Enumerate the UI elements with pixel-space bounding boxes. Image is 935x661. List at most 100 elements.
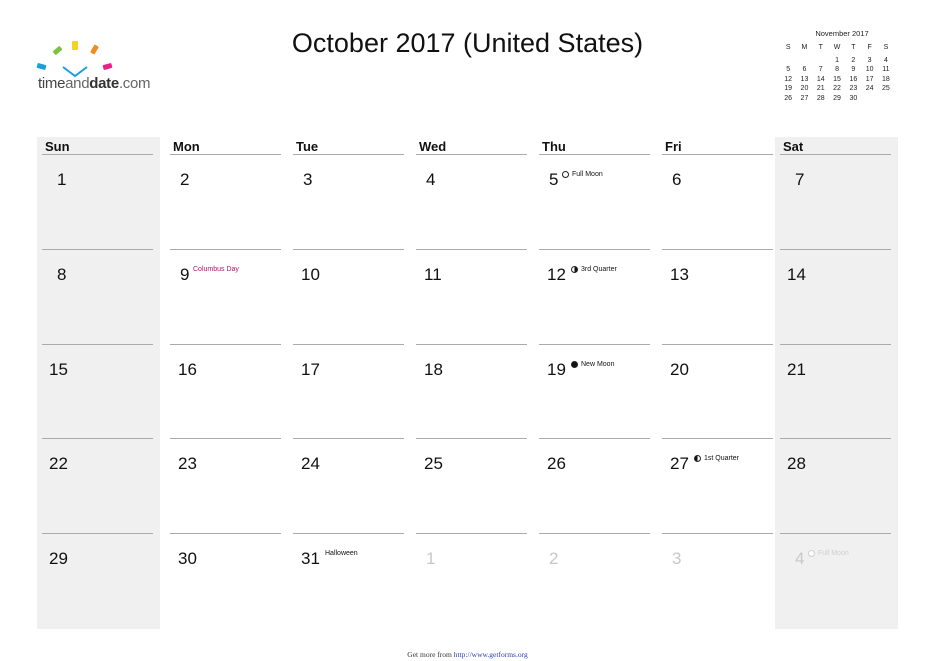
day-number: 20 (670, 360, 689, 379)
day-cell[interactable]: 1 (37, 148, 160, 243)
logo-text: timeanddate.com (38, 75, 151, 92)
day-cell[interactable]: 2 (534, 527, 657, 622)
day-cell[interactable]: 31 Halloween (288, 527, 411, 622)
day-column-fri: Fri 6 13 20 27 1st Quarter 3 (657, 137, 780, 629)
mini-weekday-header: W (833, 44, 841, 51)
day-cell[interactable]: 3 (657, 527, 780, 622)
footer: Get more from http://www.getforms.org (0, 650, 935, 659)
day-cell[interactable]: 20 (657, 338, 780, 433)
day-cell[interactable]: 12 3rd Quarter (534, 243, 657, 338)
footer-text: Get more from (407, 650, 454, 659)
mini-day[interactable]: 9 (845, 66, 861, 74)
mini-day[interactable]: 1 (829, 57, 845, 65)
mini-day[interactable]: 4 (878, 57, 894, 65)
day-cell[interactable]: 8 (37, 243, 160, 338)
mini-day[interactable]: 19 (780, 85, 796, 93)
mini-day[interactable]: 13 (796, 76, 812, 84)
mini-day[interactable]: 20 (796, 85, 812, 93)
mini-weekday-header: T (818, 44, 823, 51)
day-cell[interactable]: 17 (288, 338, 411, 433)
mini-calendar-title: November 2017 (815, 29, 869, 38)
mini-day[interactable]: 18 (878, 76, 894, 84)
day-cell[interactable]: 27 1st Quarter (657, 432, 780, 527)
day-number: 16 (178, 360, 197, 379)
day-cell[interactable]: 24 (288, 432, 411, 527)
day-cell[interactable]: 23 (165, 432, 288, 527)
footer-link[interactable]: http://www.getforms.org (454, 650, 528, 659)
mini-day[interactable]: 7 (813, 66, 829, 74)
day-column-thu: Thu 5 Full Moon 12 3rd Quarter 19 New Moon 26 2 (534, 137, 657, 629)
mini-day[interactable]: 16 (845, 76, 861, 84)
day-number: 1 (426, 549, 436, 568)
new-moon-icon (571, 361, 578, 368)
day-cell[interactable]: 25 (411, 432, 534, 527)
moon-phase-event: 3rd Quarter (571, 266, 617, 273)
day-cell[interactable]: 21 (775, 338, 898, 433)
day-cell[interactable]: 28 (775, 432, 898, 527)
mini-day[interactable]: 3 (861, 57, 877, 65)
mini-day[interactable]: 23 (845, 85, 861, 93)
mini-day[interactable]: 21 (813, 85, 829, 93)
mini-day[interactable]: 25 (878, 85, 894, 93)
mini-day[interactable]: 28 (813, 95, 829, 103)
day-cell[interactable]: 18 (411, 338, 534, 433)
mini-day[interactable]: 12 (780, 76, 796, 84)
mini-day[interactable]: 22 (829, 85, 845, 93)
day-cell[interactable]: 14 (775, 243, 898, 338)
day-number: 11 (424, 265, 442, 284)
event-label: Halloween (325, 550, 358, 557)
logo-text-and: and (65, 75, 90, 92)
day-cell[interactable]: 13 (657, 243, 780, 338)
day-cell[interactable]: 15 (37, 338, 160, 433)
day-cell[interactable]: 2 (165, 148, 288, 243)
mini-day[interactable]: 29 (829, 95, 845, 103)
logo-ray-blue (36, 62, 47, 71)
event-label: Full Moon (818, 550, 849, 557)
day-number: 27 (670, 454, 689, 473)
full-moon-icon (808, 550, 815, 557)
day-cell[interactable]: 10 (288, 243, 411, 338)
day-cell[interactable]: 9 Columbus Day (165, 243, 288, 338)
day-cell[interactable]: 5 Full Moon (534, 148, 657, 243)
mini-day[interactable]: 15 (829, 76, 845, 84)
day-cell[interactable]: 7 (775, 148, 898, 243)
holiday-event: Columbus Day (193, 266, 239, 273)
mini-day-empty (813, 57, 829, 65)
mini-day[interactable]: 30 (845, 95, 861, 103)
mini-day[interactable]: 27 (796, 95, 812, 103)
day-cell[interactable]: 19 New Moon (534, 338, 657, 433)
mini-day[interactable]: 10 (861, 66, 877, 74)
day-cell[interactable]: 16 (165, 338, 288, 433)
day-number: 3 (672, 549, 682, 568)
mini-day[interactable]: 26 (780, 95, 796, 103)
logo-text-date: date (89, 75, 119, 92)
moon-phase-event: Full Moon (808, 550, 849, 557)
mini-day-empty (780, 57, 796, 65)
mini-day-empty (861, 95, 877, 103)
day-cell[interactable]: 29 (37, 527, 160, 622)
mini-day[interactable]: 17 (861, 76, 877, 84)
mini-day[interactable]: 11 (878, 66, 894, 74)
day-cell[interactable]: 4 (411, 148, 534, 243)
mini-day[interactable]: 5 (780, 66, 796, 74)
mini-day[interactable]: 6 (796, 66, 812, 74)
moon-phase-event: New Moon (571, 361, 614, 368)
day-cell[interactable]: 26 (534, 432, 657, 527)
moon-phase-event: 1st Quarter (694, 455, 739, 462)
mini-day[interactable]: 24 (861, 85, 877, 93)
day-cell[interactable]: 6 (657, 148, 780, 243)
mini-day[interactable]: 14 (813, 76, 829, 84)
day-number: 4 (795, 549, 805, 568)
mini-weekday-header: F (867, 44, 872, 51)
first-moon-icon (694, 455, 701, 462)
mini-day[interactable]: 2 (845, 57, 861, 65)
day-cell[interactable]: 22 (37, 432, 160, 527)
day-cell[interactable]: 30 (165, 527, 288, 622)
day-cell[interactable]: 1 (411, 527, 534, 622)
day-cell[interactable]: 4 Full Moon (775, 527, 898, 622)
day-cell[interactable]: 11 (411, 243, 534, 338)
day-number: 28 (787, 454, 806, 473)
day-number: 10 (301, 265, 320, 284)
day-cell[interactable]: 3 (288, 148, 411, 243)
mini-day[interactable]: 8 (829, 66, 845, 74)
